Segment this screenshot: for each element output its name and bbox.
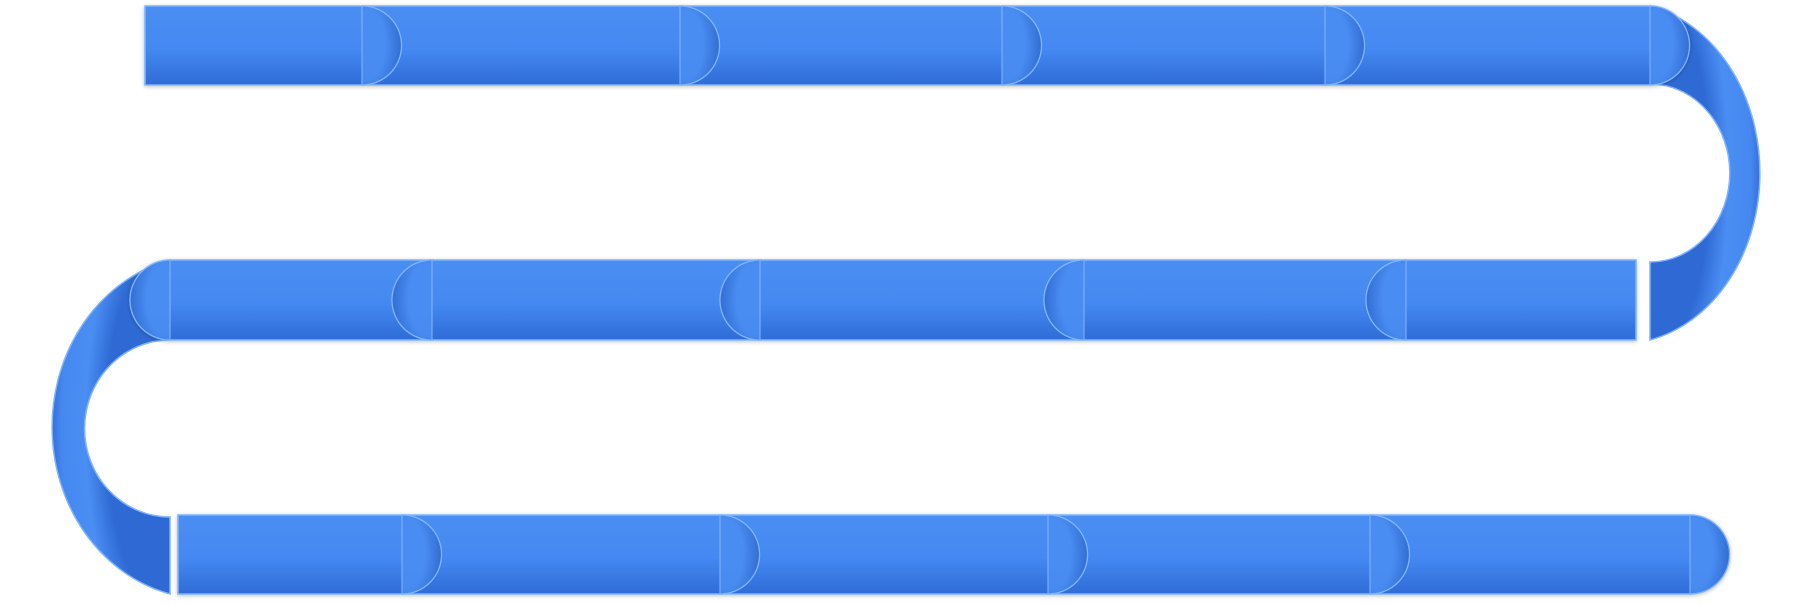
path-segment-row2-2 <box>1043 259 1407 341</box>
diagram-canvas <box>0 0 1809 604</box>
path-row-1 <box>144 5 1691 86</box>
path-segment-row3-4 <box>1047 514 1411 595</box>
path-segment-row1-4 <box>1001 5 1366 86</box>
path-segment-row1-5 <box>1324 5 1691 86</box>
path-segment-row3-2 <box>401 514 761 595</box>
serpentine-diagram <box>51 5 1761 595</box>
path-segment-row1-2 <box>361 5 721 86</box>
path-row-2 <box>129 259 1637 341</box>
path-segment-row1-1 <box>144 5 403 86</box>
path-segment-row3-1 <box>177 514 443 595</box>
path-segment-row2-1 <box>1365 259 1637 341</box>
path-segment-row2-5 <box>129 259 433 341</box>
path-row-3 <box>177 514 1731 595</box>
path-segment-row3-5 <box>1369 514 1731 595</box>
path-segment-row1-3 <box>679 5 1043 86</box>
path-segment-row2-4 <box>391 259 761 341</box>
path-segment-row3-3 <box>719 514 1089 595</box>
path-segment-row2-3 <box>719 259 1085 341</box>
